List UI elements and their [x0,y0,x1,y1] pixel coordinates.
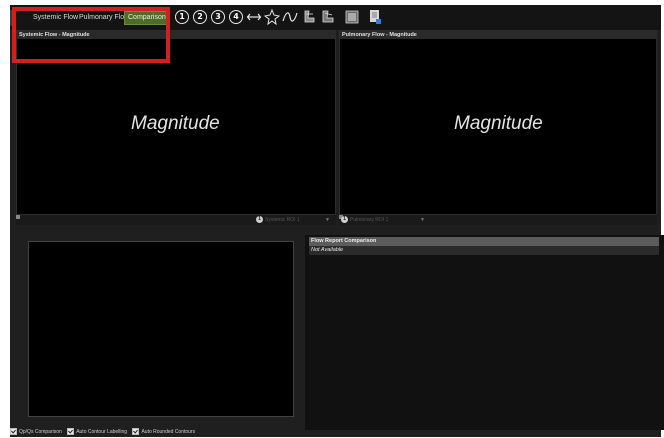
horizontal-measure-icon[interactable] [246,9,262,25]
systemic-series-strip: 1 Systemic ROI 1 ▼ [16,215,336,225]
pulmonary-series-dropdown[interactable]: 1 Pulmonary ROI 1 ▼ [341,216,427,225]
systemic-viewport-title: Systemic Flow - Magnitude [17,31,335,39]
image-export-icon[interactable] [344,9,360,25]
flow-graph-panel[interactable] [28,241,294,417]
tab-pulmonary-flow[interactable]: Pulmonary Flow [79,12,129,24]
flow-report-header: Flow Report Comparison [309,237,659,246]
vessel-tool-alt-icon[interactable] [320,9,336,25]
collapse-arrow-icon[interactable] [10,10,16,26]
auto-rounded-contours-option[interactable]: Auto Rounded Contours [132,428,196,436]
tab-systemic-flow[interactable]: Systemic Flow [33,12,78,24]
star-contour-icon[interactable] [264,9,280,25]
status-bar: Qp/Qs Comparison Auto Contour Labelling … [10,428,199,437]
app-window: Systemic Flow Pulmonary Flow Comparison … [10,5,664,437]
series-label: Systemic ROI 1 [265,217,300,223]
curve-icon[interactable] [282,9,298,25]
checkbox-checked-icon[interactable] [67,428,75,436]
systemic-viewport[interactable]: Systemic Flow - Magnitude Magnitude [16,30,336,215]
magnitude-overlay-text: Magnitude [131,113,220,134]
vessel-tool-icon[interactable] [302,9,318,25]
number-4-button[interactable]: 4 [229,10,243,24]
magnitude-overlay-text: Magnitude [454,113,543,134]
checkbox-checked-icon[interactable] [10,428,17,436]
systemic-series-dropdown[interactable]: 1 Systemic ROI 1 ▼ [256,216,336,225]
chevron-down-icon: ▼ [325,217,330,223]
checkbox-checked-icon[interactable] [132,428,140,436]
pulmonary-series-strip: 1 Pulmonary ROI 1 ▼ [339,215,657,225]
series-label: Pulmonary ROI 1 [350,217,389,223]
series-number-badge: 1 [256,216,263,224]
pulmonary-viewport-title: Pulmonary Flow - Magnitude [340,31,656,39]
auto-contour-labelling-option[interactable]: Auto Contour Labelling [67,428,128,436]
number-1-button[interactable]: 1 [175,10,189,24]
chevron-down-icon: ▼ [420,217,425,223]
flow-report-row: Not Available [309,246,659,255]
option-label: Qp/Qs Comparison [19,429,62,435]
number-2-button[interactable]: 2 [193,10,207,24]
qpqs-comparison-option[interactable]: Qp/Qs Comparison [10,428,62,436]
pulmonary-viewport[interactable]: Pulmonary Flow - Magnitude Magnitude [339,30,657,215]
option-label: Auto Rounded Contours [141,429,196,435]
toolbar: Systemic Flow Pulmonary Flow Comparison … [10,5,661,30]
report-export-icon[interactable] [367,9,383,25]
option-label: Auto Contour Labelling [76,429,128,435]
resize-handle[interactable] [16,215,20,219]
number-3-button[interactable]: 3 [211,10,225,24]
flow-report-panel: Flow Report Comparison Not Available [305,235,664,430]
series-number-badge: 1 [341,216,348,224]
tab-comparison[interactable]: Comparison [124,11,170,25]
